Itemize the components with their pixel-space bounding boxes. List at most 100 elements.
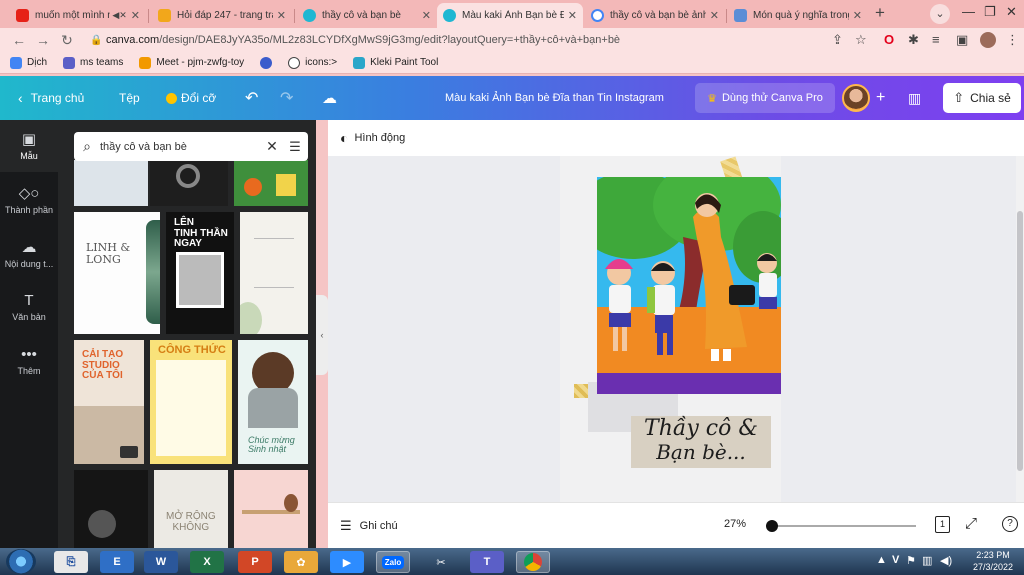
chrome-icon[interactable]: [516, 551, 550, 573]
canvas-vertical-scrollbar[interactable]: [1016, 156, 1024, 502]
browser-tab-search-canva[interactable]: thầy cô và bạn bè ✕: [297, 3, 437, 28]
rail-item-elements[interactable]: ◇○ Thành phần: [0, 174, 58, 226]
powerpoint-icon[interactable]: P: [238, 551, 272, 573]
share-button[interactable]: ⇧ Chia sẻ: [943, 83, 1021, 113]
tray-flag-icon[interactable]: ⚑: [906, 554, 916, 567]
extensions-puzzle-icon[interactable]: ✱: [908, 32, 919, 48]
cloud-saved-icon[interactable]: ☁: [322, 76, 337, 120]
chevron-left-icon: ‹: [18, 90, 23, 106]
insights-chart-icon[interactable]: ▥: [908, 76, 921, 120]
template-search-input[interactable]: ⌕ thầy cô và bạn bè ✕ ☰: [74, 132, 308, 161]
opera-extension-icon[interactable]: O: [884, 32, 894, 47]
page-count-button[interactable]: 1: [935, 516, 950, 533]
tray-network-icon[interactable]: ▥: [922, 554, 932, 567]
close-tab-icon[interactable]: ✕: [131, 9, 140, 22]
tray-language[interactable]: V: [892, 554, 899, 566]
template-thumbnail-cai-tao[interactable]: CẢI TẠO STUDIO CỦA TÔI: [74, 340, 144, 464]
chrome-profile-icon[interactable]: E: [100, 551, 134, 573]
close-window-icon[interactable]: ✕: [1006, 4, 1017, 20]
resize-button[interactable]: Đổi cỡ: [166, 76, 216, 120]
home-button[interactable]: ‹ Trang chủ: [18, 76, 84, 120]
close-tab-icon[interactable]: ✕: [710, 9, 719, 22]
template-thumbnail-mo-rong[interactable]: MỞ RỘNG KHÔNG: [154, 470, 228, 548]
caption-label[interactable]: Thầy cô & Bạn bè...: [631, 416, 771, 468]
close-tab-icon[interactable]: ✕: [853, 9, 862, 22]
tab-search-chevron-icon[interactable]: ⌄: [930, 4, 950, 24]
snipping-icon[interactable]: ✂: [424, 551, 458, 573]
notes-button[interactable]: ☰ Ghi chú: [340, 518, 398, 534]
try-canva-pro-button[interactable]: ♛ Dùng thử Canva Pro: [695, 83, 835, 113]
browser-menu-icon[interactable]: ⋮: [1006, 32, 1019, 48]
zoom-slider[interactable]: [772, 525, 916, 527]
speaker-muted-icon[interactable]: ◀✕: [112, 10, 126, 21]
minimize-window-icon[interactable]: —: [962, 4, 975, 19]
user-avatar[interactable]: [842, 84, 870, 112]
file-menu-button[interactable]: Tệp: [119, 76, 140, 120]
browser-tab-hoidap[interactable]: Hỏi đáp 247 - trang tra ✕: [152, 3, 292, 28]
zoom-percentage[interactable]: 27%: [724, 518, 746, 530]
design-title[interactable]: Màu kaki Ảnh Bạn bè Đĩa than Tin Instagr…: [445, 76, 664, 120]
teacher-students-illustration[interactable]: [597, 177, 781, 394]
help-button[interactable]: ?: [1002, 516, 1018, 532]
template-thumbnail[interactable]: [74, 160, 148, 206]
address-bar[interactable]: 🔒 canva.com/design/DAE8JyYA35o/ML2z83LCY…: [82, 29, 882, 51]
collapse-panel-handle[interactable]: ‹: [316, 295, 328, 375]
back-arrow-icon[interactable]: ←: [10, 31, 28, 49]
zalo-icon[interactable]: Zalo: [376, 551, 410, 573]
windows-start-button[interactable]: [6, 549, 36, 574]
bookmark-star-icon[interactable]: ☆: [855, 32, 867, 48]
teams-icon[interactable]: T: [470, 551, 504, 573]
restore-window-icon[interactable]: ❐: [984, 4, 996, 20]
rail-item-text[interactable]: T Văn bản: [0, 282, 58, 334]
browser-tab-mon-qua[interactable]: Món quà ý nghĩa trong ✕: [728, 3, 868, 28]
add-collaborator-icon[interactable]: +: [876, 76, 885, 120]
new-tab-button[interactable]: +: [870, 4, 890, 24]
template-thumbnail[interactable]: [150, 160, 228, 206]
bookmark-ms-teams[interactable]: ms teams: [63, 56, 123, 69]
zoom-icon[interactable]: ▶: [330, 551, 364, 573]
paint-icon[interactable]: ✿: [284, 551, 318, 573]
bookmark-icons[interactable]: icons:>: [288, 56, 337, 69]
template-thumbnail-linh-long[interactable]: LINH & LONG: [74, 212, 160, 334]
close-tab-icon[interactable]: ✕: [422, 9, 431, 22]
scrollbar-thumb[interactable]: [1017, 211, 1023, 471]
close-tab-icon[interactable]: ✕: [277, 9, 286, 22]
system-clock[interactable]: 2:23 PM 27/3/2022: [968, 549, 1018, 573]
zoom-slider-handle[interactable]: [766, 520, 778, 532]
template-thumbnail[interactable]: [240, 212, 308, 334]
share-page-icon[interactable]: ⇪: [832, 32, 843, 48]
tray-overflow-icon[interactable]: ▲: [876, 554, 887, 566]
template-thumbnail[interactable]: [74, 470, 148, 548]
browser-tab-active-design[interactable]: Màu kaki Ảnh Bạn bè Đĩ ✕: [437, 3, 583, 28]
bookmark-meet[interactable]: Meet - pjm-zwfg-toy: [139, 56, 244, 69]
excel-icon[interactable]: X: [190, 551, 224, 573]
reading-list-icon[interactable]: ≡: [932, 32, 940, 47]
rail-item-more[interactable]: ••• Thêm: [0, 336, 58, 388]
bookmark-blue[interactable]: [260, 56, 273, 69]
animate-button[interactable]: ◐ Hình động: [340, 130, 405, 146]
rail-item-templates[interactable]: ▣ Mẫu: [0, 120, 58, 172]
template-thumbnail-len-tinh-than[interactable]: LÊN TINH THẦN NGAY: [166, 212, 234, 334]
browser-tab-google-images[interactable]: thầy cô và bạn bè ảnh ✕: [585, 3, 725, 28]
clear-search-icon[interactable]: ✕: [262, 138, 282, 155]
template-thumbnail[interactable]: [234, 160, 308, 206]
close-tab-icon[interactable]: ✕: [568, 9, 577, 22]
redo-icon[interactable]: ↷: [280, 76, 293, 120]
side-panel-icon[interactable]: ▣: [956, 32, 968, 48]
profile-avatar-icon[interactable]: [980, 32, 996, 48]
filter-sliders-icon[interactable]: ☰: [282, 139, 308, 155]
browser-tab-youtube[interactable]: muốn một mình nhì ◀✕ ✕: [10, 3, 146, 28]
forward-arrow-icon[interactable]: →: [34, 31, 52, 49]
fullscreen-icon[interactable]: ⤢: [965, 515, 977, 532]
template-thumbnail[interactable]: [234, 470, 308, 548]
bookmark-dich[interactable]: Dịch: [10, 56, 47, 69]
tray-volume-icon[interactable]: ◀): [940, 554, 952, 567]
rail-item-uploads[interactable]: ☁ Nội dung t...: [0, 228, 58, 280]
word-icon[interactable]: W: [144, 551, 178, 573]
template-thumbnail-cong-thuc[interactable]: CÔNG THỨC: [150, 340, 232, 464]
ie-icon[interactable]: ⎘: [54, 551, 88, 573]
undo-icon[interactable]: ↶: [245, 76, 258, 120]
bookmark-kleki[interactable]: Kleki Paint Tool: [353, 56, 438, 69]
template-thumbnail-chuc-mung[interactable]: Chúc mừng Sinh nhật: [238, 340, 308, 464]
reload-icon[interactable]: ↻: [58, 31, 76, 49]
